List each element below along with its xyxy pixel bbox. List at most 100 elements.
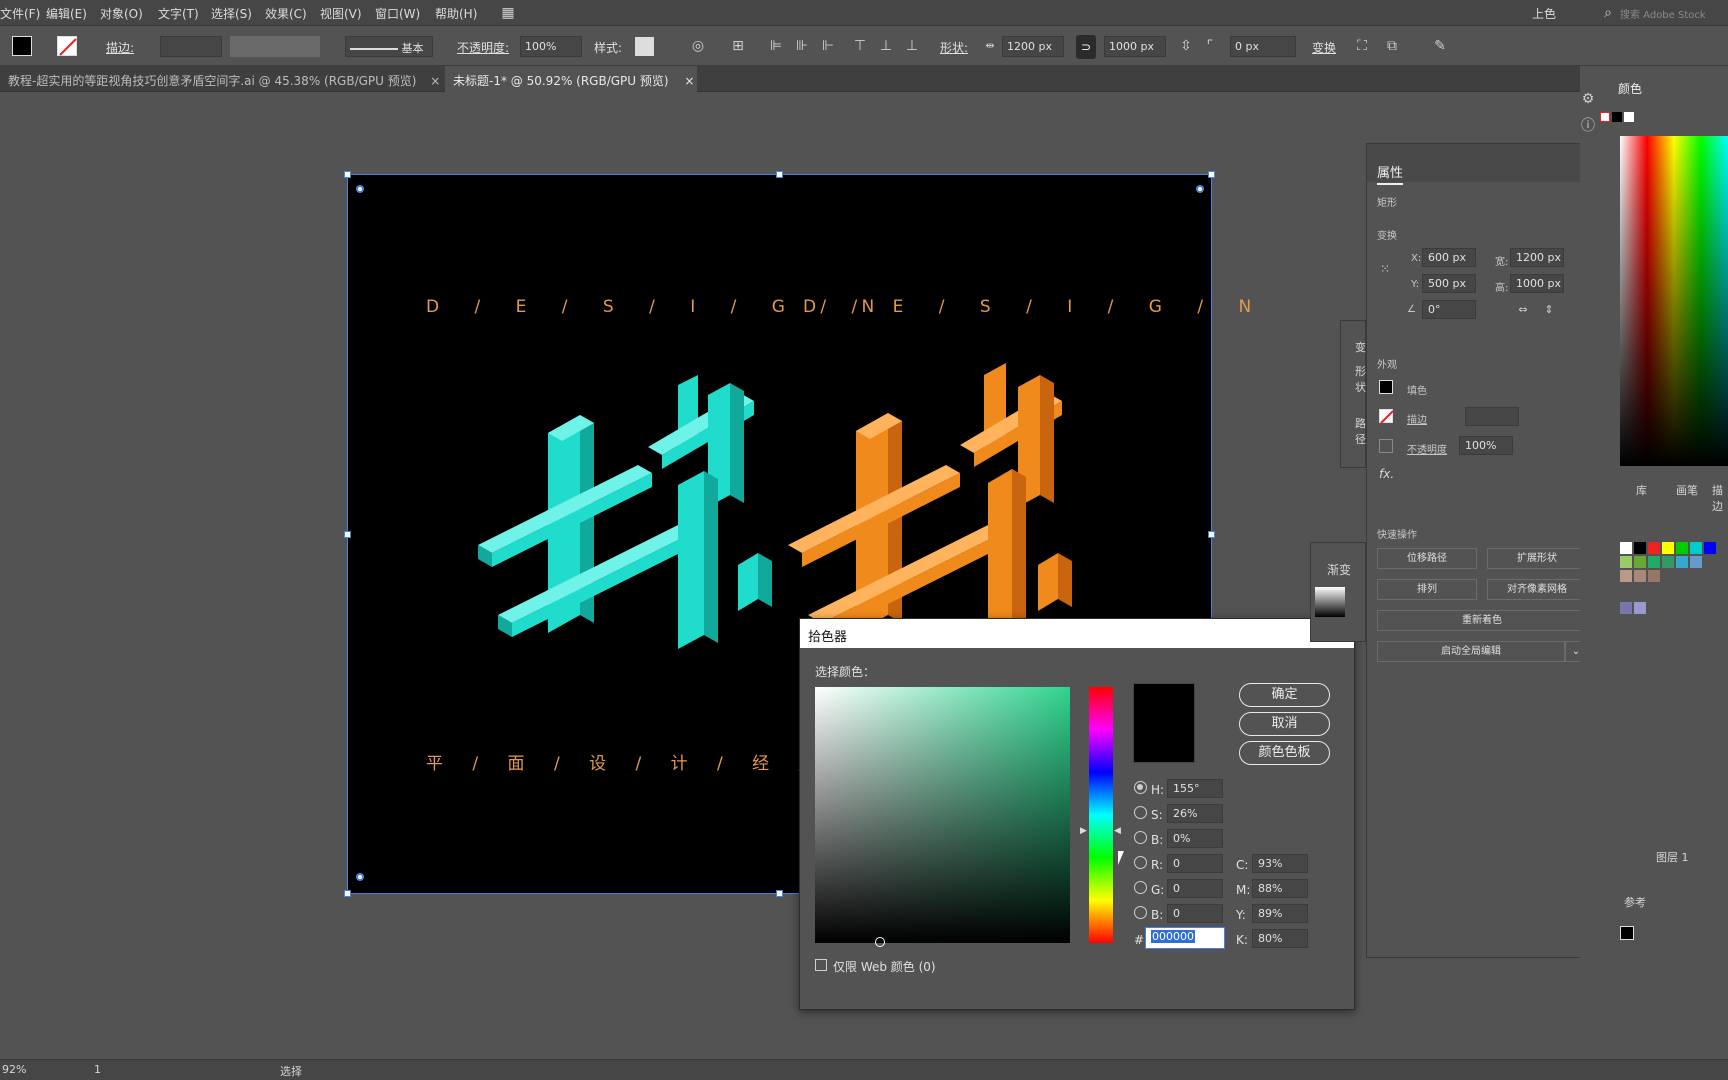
gradient-tab[interactable]: 渐变	[1327, 561, 1351, 578]
white-swatch[interactable]	[1624, 112, 1634, 122]
menu-type[interactable]: 文字(T)	[158, 5, 199, 22]
color-field-marker[interactable]	[875, 937, 885, 947]
transform-partial-label[interactable]: 变	[1355, 339, 1366, 355]
menu-view[interactable]: 视图(V)	[320, 5, 362, 22]
ok-button[interactable]: 确定	[1239, 683, 1330, 707]
fx-icon[interactable]: fx.	[1379, 467, 1394, 481]
opacity-label[interactable]: 不透明度:	[457, 39, 509, 56]
radio-b[interactable]	[1134, 831, 1147, 844]
arrange-button[interactable]: 排列	[1377, 579, 1477, 600]
hue-slider-left-arrow[interactable]: ▶	[1080, 826, 1087, 836]
shape-label[interactable]: 形状:	[940, 39, 968, 56]
stroke-label[interactable]: 描边:	[106, 39, 134, 56]
radio-g[interactable]	[1134, 881, 1147, 894]
isolate-icon[interactable]: ⛶	[1354, 38, 1370, 54]
brightness-field[interactable]: 0%	[1167, 829, 1223, 848]
workspace-switcher[interactable]: 上色	[1532, 5, 1556, 22]
menu-file[interactable]: 文件(F)	[0, 5, 40, 22]
saturation-brightness-field[interactable]	[815, 687, 1070, 947]
shape-width-field[interactable]: 1200 px	[1002, 36, 1064, 57]
stroke-weight-field[interactable]	[1465, 407, 1519, 426]
settings-icon[interactable]: ⚙	[1580, 91, 1596, 107]
workspace-layout-icon[interactable]: ▦	[500, 5, 516, 21]
reference-point-icon[interactable]: ⁙	[1377, 261, 1393, 277]
y-field[interactable]: 500 px	[1422, 274, 1476, 293]
fill-swatch[interactable]	[12, 36, 32, 56]
edit-icon[interactable]: ✎	[1432, 38, 1448, 54]
info-icon[interactable]: ⓘ	[1580, 118, 1596, 134]
recolor-icon[interactable]: ◎	[690, 38, 706, 54]
menu-object[interactable]: 对象(O)	[100, 5, 143, 22]
menu-effect[interactable]: 效果(C)	[265, 5, 307, 22]
menu-edit[interactable]: 编辑(E)	[46, 5, 87, 22]
radio-s[interactable]	[1134, 806, 1147, 819]
align-top-icon[interactable]: ⊤	[852, 38, 868, 54]
s-field[interactable]: 26%	[1167, 804, 1223, 823]
constrain-proportions-icon[interactable]: ⊃	[1076, 35, 1096, 59]
c-field[interactable]: 93%	[1252, 854, 1308, 873]
offset-path-button[interactable]: 位移路径	[1377, 548, 1477, 569]
variable-width-profile[interactable]	[230, 36, 320, 57]
blue-field[interactable]: 0	[1167, 904, 1223, 923]
k-field[interactable]: 80%	[1252, 929, 1308, 948]
color-panel-tab[interactable]: 颜色	[1618, 80, 1642, 97]
recolor-button[interactable]: 重新着色	[1377, 610, 1587, 631]
stroke-swatch[interactable]	[57, 36, 77, 56]
align-pixel-grid-button[interactable]: 对齐像素网格	[1487, 579, 1587, 600]
fill-none-swatch[interactable]	[1600, 112, 1610, 122]
stroke-label[interactable]: 描边	[1407, 411, 1427, 426]
x-field[interactable]: 600 px	[1422, 248, 1476, 267]
close-icon[interactable]: ×	[430, 74, 440, 88]
m-field[interactable]: 88%	[1252, 879, 1308, 898]
layer-name[interactable]: 图层 1	[1656, 849, 1689, 865]
brushes-tab[interactable]: 画笔	[1676, 482, 1698, 498]
doc-tab-2[interactable]: 未标题-1* @ 50.92% (RGB/GPU 预览) ×	[445, 66, 697, 92]
corner-type-icon[interactable]: ⌜	[1202, 38, 1218, 54]
height-field[interactable]: 1000 px	[1510, 274, 1564, 293]
menu-window[interactable]: 窗口(W)	[375, 5, 420, 22]
align-to-icon[interactable]: ⊞	[730, 38, 746, 54]
align-bottom-icon[interactable]: ⊥	[904, 38, 920, 54]
width-field[interactable]: 1200 px	[1510, 248, 1564, 267]
cancel-button[interactable]: 取消	[1239, 712, 1330, 736]
flip-vertical-icon[interactable]: ⇕	[1541, 302, 1557, 318]
stroke-tab[interactable]: 描边	[1712, 482, 1728, 514]
fill-color-swatch[interactable]	[1379, 380, 1393, 394]
stock-search-input[interactable]: 搜索 Adobe Stock	[1620, 6, 1706, 21]
reference-tab[interactable]: 参考	[1624, 894, 1646, 910]
web-only-checkbox[interactable]	[815, 959, 827, 971]
align-left-icon[interactable]: ⊫	[768, 38, 784, 54]
zoom-level[interactable]: 92%	[2, 1063, 26, 1076]
artboard-number[interactable]: 1	[94, 1063, 101, 1076]
menu-help[interactable]: 帮助(H)	[435, 5, 477, 22]
y-field[interactable]: 89%	[1252, 904, 1308, 923]
color-swatches-button[interactable]: 颜色色板	[1239, 741, 1330, 765]
opacity-field[interactable]: 100%	[520, 36, 582, 57]
g-field[interactable]: 0	[1167, 879, 1223, 898]
fill-swatch-small[interactable]	[1620, 926, 1634, 940]
shape-height-field[interactable]: 1000 px	[1104, 36, 1166, 57]
radio-r[interactable]	[1134, 856, 1147, 869]
align-right-icon[interactable]: ⊩	[820, 38, 836, 54]
status-mode[interactable]: 选择	[280, 1063, 302, 1079]
stroke-weight-field[interactable]	[160, 36, 222, 57]
hue-slider[interactable]	[1089, 687, 1113, 943]
angle-field[interactable]: 0°	[1422, 300, 1476, 319]
libraries-tab[interactable]: 库	[1636, 482, 1647, 498]
brush-definition[interactable]: 基本	[345, 36, 433, 57]
properties-tab[interactable]: 属性	[1377, 162, 1404, 185]
opacity-label[interactable]: 不透明度	[1407, 441, 1447, 456]
graphic-style-swatch[interactable]	[635, 37, 654, 56]
expand-shape-button[interactable]: 扩展形状	[1487, 548, 1587, 569]
gradient-swatch[interactable]	[1315, 587, 1345, 617]
color-spectrum[interactable]	[1620, 136, 1728, 466]
global-edit-button[interactable]: 启动全局编辑	[1377, 641, 1565, 662]
align-middle-icon[interactable]: ⊥	[878, 38, 894, 54]
h-field[interactable]: 155°	[1167, 779, 1223, 798]
hex-field[interactable]: 000000	[1145, 927, 1225, 949]
swatch-grid[interactable]	[1620, 542, 1728, 622]
radio-h[interactable]	[1134, 781, 1147, 794]
black-swatch[interactable]	[1612, 112, 1622, 122]
opacity-field[interactable]: 100%	[1459, 436, 1513, 455]
flip-horizontal-icon[interactable]: ⇔	[1515, 302, 1531, 318]
